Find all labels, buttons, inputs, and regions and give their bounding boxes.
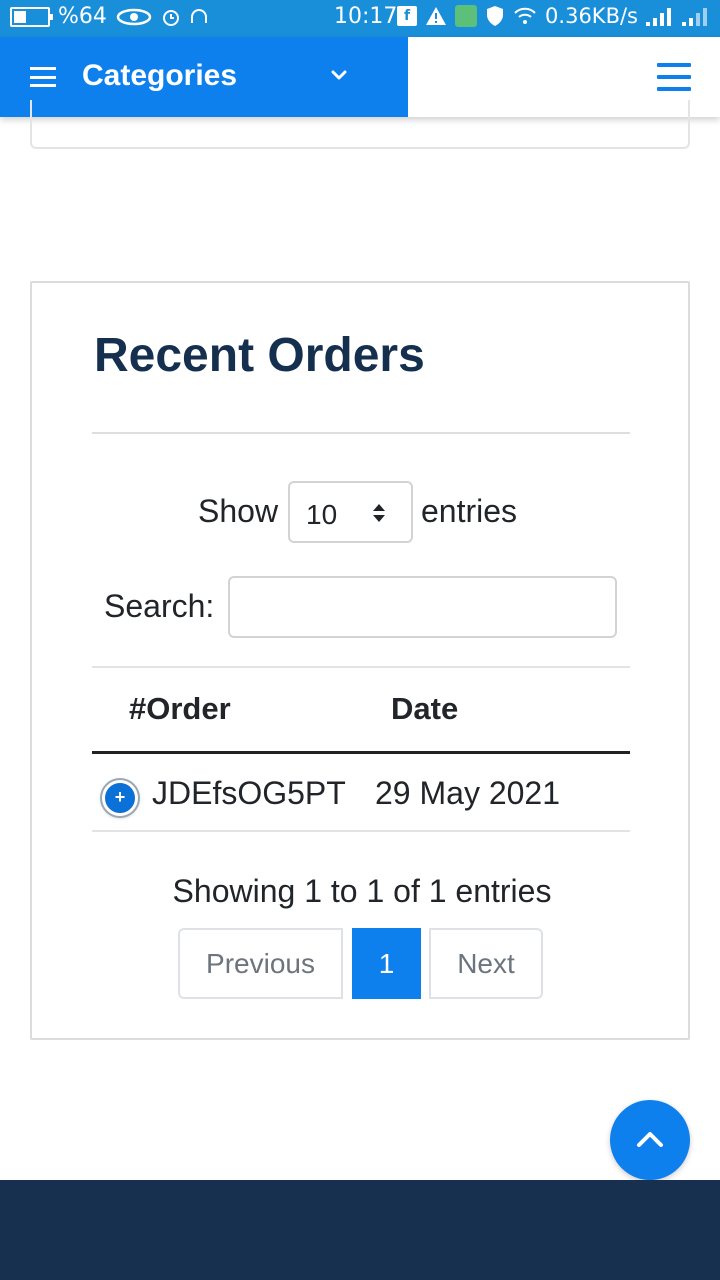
sort-arrows-icon: [373, 504, 385, 522]
table-header-border: [92, 751, 630, 754]
status-time: 10:17: [334, 4, 398, 29]
recent-orders-card: Recent Orders Show 10 entries Search: #O…: [30, 281, 690, 1040]
table-info: Showing 1 to 1 of 1 entries: [172, 873, 552, 909]
next-button[interactable]: Next: [429, 928, 543, 999]
pagination: Previous 1 Next: [32, 928, 692, 1000]
table-top-border: [92, 666, 630, 668]
show-entries-row: Show 10 entries: [32, 481, 692, 545]
facebook-icon: f: [397, 6, 418, 26]
row-divider: [92, 830, 630, 832]
show-label: Show: [198, 493, 279, 529]
entries-label: entries: [421, 493, 518, 529]
status-bar: %64 10:17 f 0.36KB/s: [0, 0, 720, 37]
shield-icon: [487, 6, 504, 26]
warning-icon: [426, 7, 447, 25]
chevron-down-icon: [331, 70, 347, 80]
chevron-up-icon: [637, 1132, 663, 1147]
previous-card: [30, 100, 690, 149]
signal-icon: [646, 8, 671, 26]
hamburger-icon[interactable]: [657, 63, 691, 91]
column-header-order[interactable]: #Order: [129, 691, 231, 727]
order-id: JDEfsOG5PT: [152, 775, 346, 811]
search-input[interactable]: [228, 576, 617, 638]
search-label: Search:: [104, 588, 215, 624]
recent-orders-title: Recent Orders: [94, 329, 425, 382]
app-icon: [455, 5, 478, 27]
column-header-date[interactable]: Date: [391, 691, 458, 727]
entries-select[interactable]: 10: [288, 481, 413, 543]
alarm-icon: [162, 9, 179, 26]
entries-select-value: 10: [306, 499, 338, 530]
battery-icon: [10, 6, 53, 27]
wifi-icon: [514, 7, 536, 24]
headphones-icon: [190, 8, 207, 23]
eye-icon: [116, 8, 152, 25]
menu-icon: [30, 67, 56, 87]
order-date: 29 May 2021: [375, 775, 561, 811]
categories-label: Categories: [82, 59, 238, 92]
plus-icon[interactable]: +: [102, 780, 138, 816]
page-1-button[interactable]: 1: [352, 928, 421, 999]
scroll-top-button[interactable]: [610, 1100, 690, 1180]
previous-button[interactable]: Previous: [178, 928, 343, 999]
battery-percent: %64: [58, 4, 107, 29]
divider: [92, 432, 630, 434]
signal-icon-2: [682, 8, 707, 26]
network-speed: 0.36KB/s: [545, 4, 638, 28]
footer: [0, 1180, 720, 1280]
